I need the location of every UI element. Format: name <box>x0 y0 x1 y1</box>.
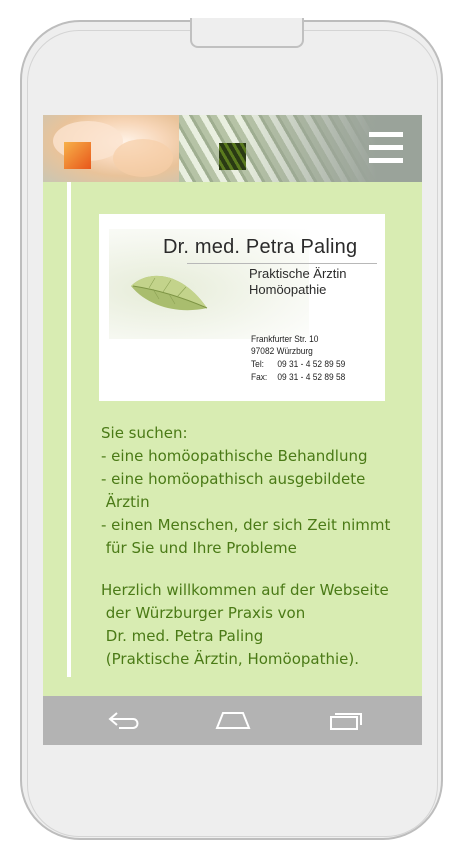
welcome-text: Herzlich willkommen auf der Webseite der… <box>101 581 389 668</box>
fax-number: 09 31 - 4 52 89 58 <box>277 372 346 383</box>
recent-apps-icon[interactable] <box>325 708 365 732</box>
card-specialty: Homöopathie <box>249 282 327 297</box>
home-icon[interactable] <box>213 708 253 732</box>
menu-bar <box>369 158 403 163</box>
card-city: 97082 Würzburg <box>251 346 313 357</box>
intro-text: Sie suchen: - eine homöopathische Behand… <box>101 424 391 557</box>
android-nav-bar <box>43 696 422 745</box>
site-header <box>43 115 422 182</box>
card-phone: Tel: 09 31 - 4 52 89 59 <box>251 359 345 370</box>
back-arrow-icon[interactable] <box>105 708 145 732</box>
vertical-divider <box>67 182 71 677</box>
leaf-icon <box>131 275 208 311</box>
card-fax: Fax: 09 31 - 4 52 89 58 <box>251 372 345 383</box>
phone-label: Tel: <box>251 359 265 370</box>
card-street: Frankfurter Str. 10 <box>251 334 319 345</box>
hamburger-menu-icon[interactable] <box>369 132 403 164</box>
fax-label: Fax: <box>251 372 268 383</box>
phone-speaker-notch <box>190 18 304 48</box>
green-square-decoration <box>219 143 246 170</box>
screen: Dr. med. Petra Paling Praktische Ärztin … <box>43 115 422 745</box>
phone-number: 09 31 - 4 52 89 59 <box>277 359 346 370</box>
card-specialty: Praktische Ärztin <box>249 266 347 281</box>
menu-bar <box>369 145 403 150</box>
flower-petal <box>113 139 173 177</box>
menu-bar <box>369 132 403 137</box>
orange-square-decoration <box>64 142 91 169</box>
card-doctor-name: Dr. med. Petra Paling <box>163 236 358 258</box>
card-divider <box>187 263 377 264</box>
business-card: Dr. med. Petra Paling Praktische Ärztin … <box>99 214 385 401</box>
